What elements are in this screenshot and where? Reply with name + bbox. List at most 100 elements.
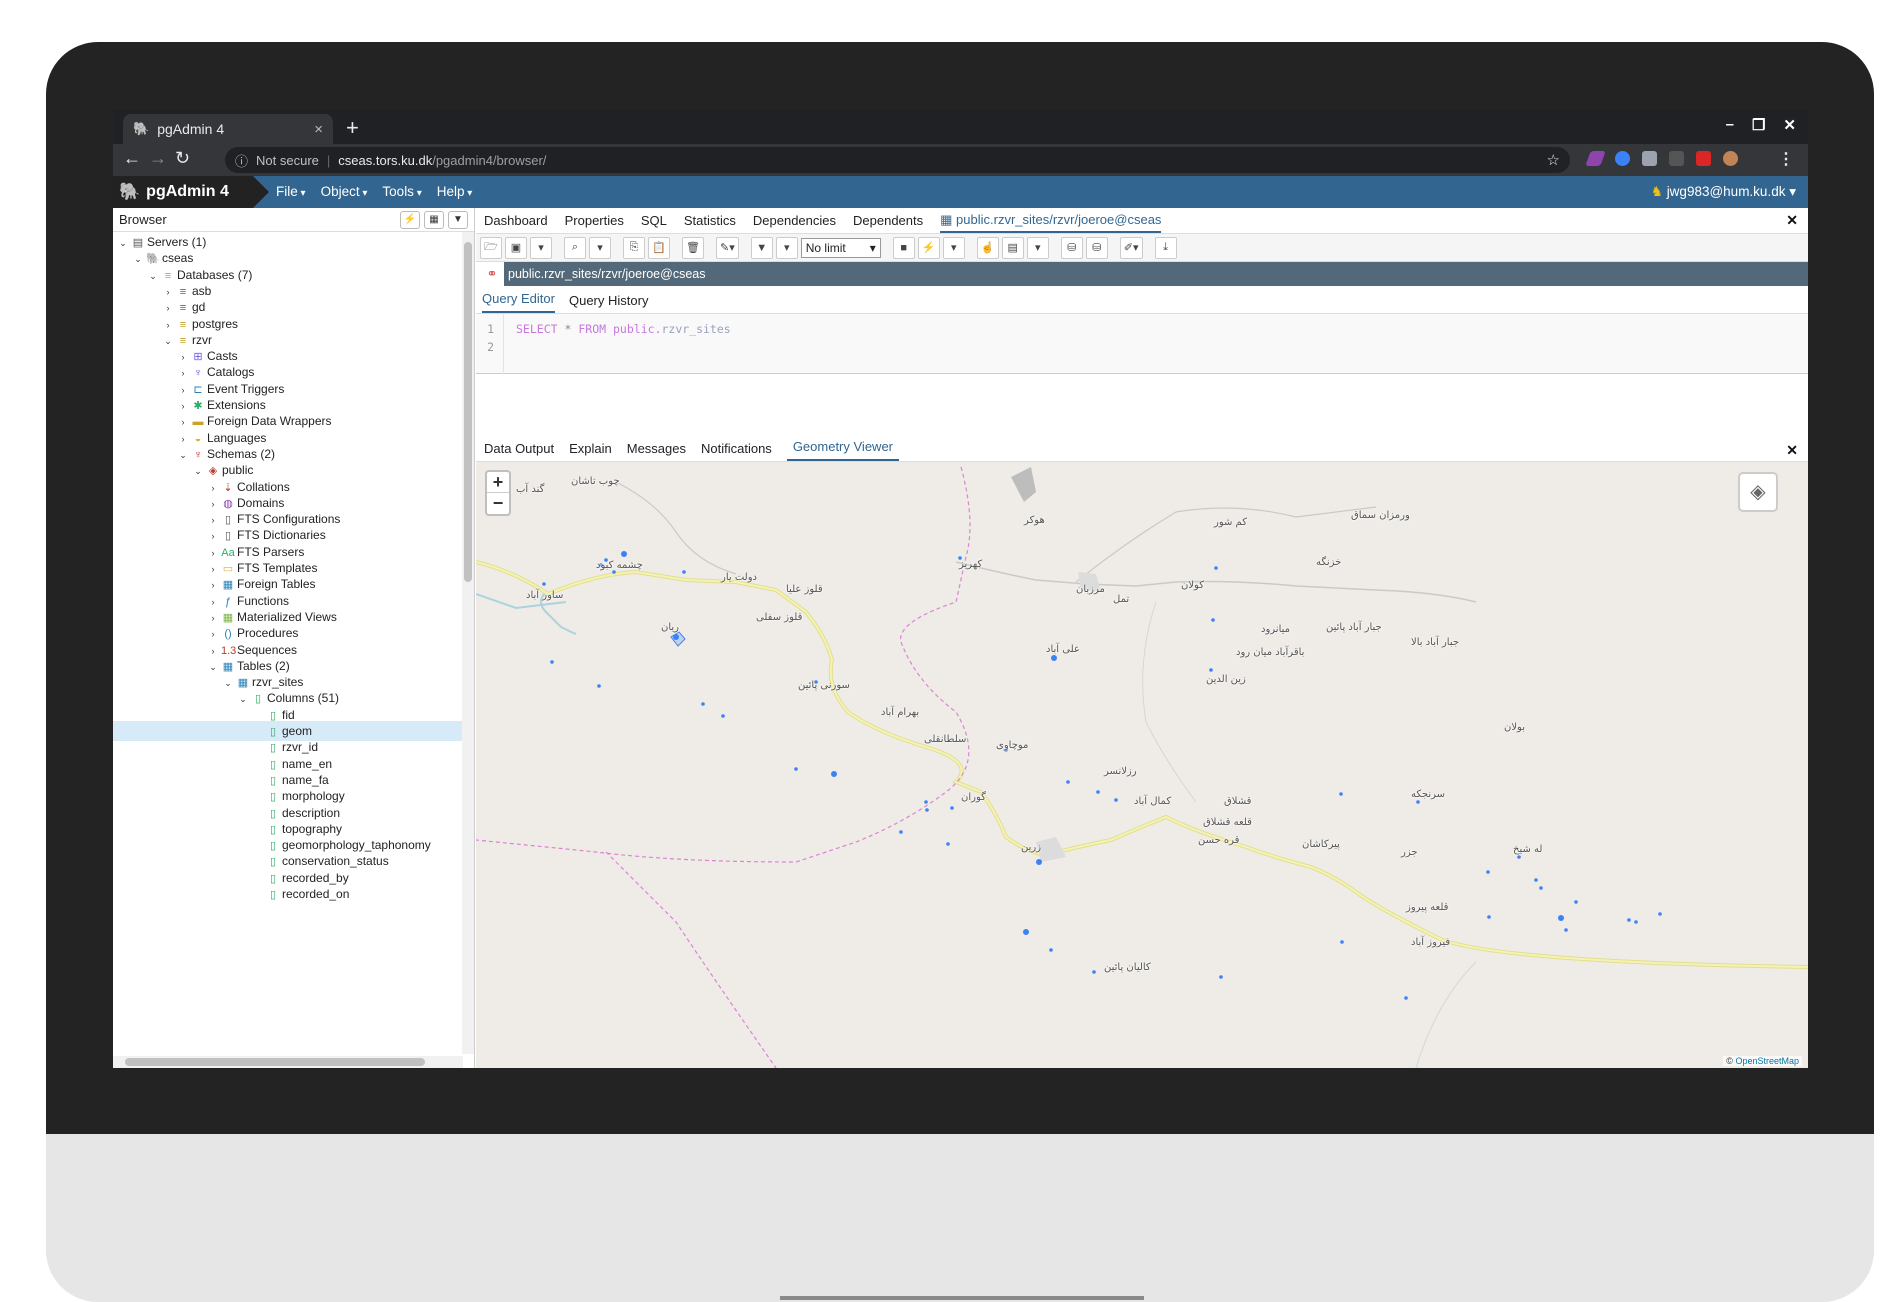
open-file-icon[interactable]: 🗁 — [480, 236, 502, 259]
site-point[interactable] — [1049, 948, 1053, 952]
browser-tab[interactable]: 🐘 pgAdmin 4 × — [123, 114, 333, 144]
site-point[interactable] — [1209, 668, 1213, 672]
site-point[interactable] — [542, 582, 546, 586]
site-point[interactable] — [1051, 655, 1057, 661]
tree-node[interactable]: ▯ recorded_on — [113, 884, 463, 904]
explain-analyze-icon[interactable]: ▤ — [1001, 236, 1024, 259]
shield-extension-icon[interactable] — [1615, 151, 1630, 166]
p-extension-icon[interactable] — [1669, 151, 1684, 166]
reload-icon[interactable]: ↻ — [175, 148, 190, 169]
profile-avatar-icon[interactable] — [1723, 151, 1738, 166]
site-point[interactable] — [1404, 996, 1408, 1000]
tree-horizontal-scrollbar[interactable] — [113, 1056, 463, 1068]
tab-query-history[interactable]: Query History — [569, 293, 648, 313]
site-point[interactable] — [1517, 855, 1521, 859]
close-window-icon[interactable]: ✕ — [1783, 116, 1796, 134]
site-point[interactable] — [946, 842, 950, 846]
sql-editor[interactable]: 1 2 SELECT * FROM public.rzvr_sites — [476, 314, 1808, 374]
zoom-in-button[interactable]: + — [487, 472, 509, 493]
view-data-icon[interactable]: ▦ — [424, 210, 444, 229]
row-limit-select[interactable]: No limit ▾ — [800, 237, 881, 258]
connection-label[interactable]: public.rzvr_sites/rzvr/joeroe@cseas — [504, 262, 1808, 286]
tab-query-tool[interactable]: ▦ public.rzvr_sites/rzvr/joeroe@cseas — [940, 212, 1162, 233]
close-output-panel-icon[interactable]: ✕ — [1786, 442, 1798, 464]
site-point[interactable] — [1627, 918, 1631, 922]
feather-extension-icon[interactable] — [1585, 151, 1606, 166]
site-point[interactable] — [1214, 566, 1218, 570]
find-dropdown-icon[interactable]: ▾ — [589, 236, 611, 259]
site-point[interactable] — [924, 800, 928, 804]
site-point[interactable] — [1487, 915, 1491, 919]
site-point[interactable] — [1092, 970, 1096, 974]
explain-dropdown-icon[interactable]: ▾ — [1026, 236, 1049, 259]
rollback-icon[interactable]: ⛁ — [1085, 236, 1108, 259]
minimize-icon[interactable]: – — [1726, 116, 1734, 134]
tab-explain[interactable]: Explain — [569, 441, 612, 461]
tab-dashboard[interactable]: Dashboard — [484, 213, 548, 228]
paste-icon[interactable]: 📋 — [648, 236, 670, 259]
close-tab-icon[interactable]: × — [314, 121, 323, 138]
close-panel-icon[interactable]: ✕ — [1786, 212, 1798, 229]
site-point[interactable] — [1634, 920, 1638, 924]
stop-icon[interactable]: ■ — [892, 236, 915, 259]
site-point[interactable] — [1211, 618, 1215, 622]
tab-dependents[interactable]: Dependents — [853, 213, 923, 228]
site-polygon[interactable] — [670, 631, 686, 647]
menu-file[interactable]: File — [276, 184, 306, 199]
site-point[interactable] — [794, 767, 798, 771]
site-point[interactable] — [682, 570, 686, 574]
find-icon[interactable]: ⌕ — [564, 236, 586, 259]
site-point[interactable] — [1558, 915, 1564, 921]
tab-properties[interactable]: Properties — [565, 213, 624, 228]
site-point[interactable] — [1036, 859, 1042, 865]
menu-help[interactable]: Help — [437, 184, 473, 199]
site-point[interactable] — [1340, 940, 1344, 944]
tree-vertical-scrollbar[interactable] — [462, 232, 474, 1054]
back-arrow-icon[interactable]: ← — [123, 148, 141, 169]
tab-messages[interactable]: Messages — [627, 441, 686, 461]
clear-icon[interactable]: ✐▾ — [1119, 236, 1143, 259]
site-point[interactable] — [597, 684, 601, 688]
edit-icon[interactable]: ✎▾ — [716, 236, 739, 259]
site-point[interactable] — [701, 702, 705, 706]
site-point[interactable] — [1658, 912, 1662, 916]
layers-icon[interactable]: ◈ — [1738, 472, 1778, 512]
tab-sql[interactable]: SQL — [641, 213, 667, 228]
info-icon[interactable]: ⓘ — [235, 151, 248, 170]
openstreetmap-link[interactable]: OpenStreetMap — [1735, 1056, 1799, 1066]
tab-geometry-viewer[interactable]: Geometry Viewer — [786, 439, 899, 461]
save-icon[interactable]: ▣ — [505, 236, 527, 259]
site-point[interactable] — [1023, 929, 1029, 935]
site-point[interactable] — [1416, 800, 1420, 804]
query-tool-icon[interactable]: ⚡ — [400, 210, 420, 229]
tab-dependencies[interactable]: Dependencies — [753, 213, 836, 228]
connection-status-icon[interactable]: ⚭ — [480, 266, 504, 282]
forward-arrow-icon[interactable]: → — [149, 148, 167, 169]
geometry-map[interactable]: گند آب چوب تاشان هوکر کم شور ورمزان سماق چشمه… — [476, 462, 1808, 1068]
filter-dropdown-icon[interactable]: ▾ — [775, 236, 798, 259]
execute-icon[interactable]: ⚡ — [917, 236, 940, 259]
tab-data-output[interactable]: Data Output — [484, 441, 554, 461]
site-point[interactable] — [550, 660, 554, 664]
red-extension-icon[interactable] — [1696, 151, 1711, 166]
zoom-out-button[interactable]: − — [487, 493, 509, 514]
site-point[interactable] — [1066, 780, 1070, 784]
restore-icon[interactable]: ❐ — [1752, 116, 1765, 134]
site-point[interactable] — [899, 830, 903, 834]
filter-icon[interactable]: ▼ — [448, 210, 468, 229]
site-point[interactable] — [1096, 790, 1100, 794]
tab-statistics[interactable]: Statistics — [684, 213, 736, 228]
site-point[interactable] — [1534, 878, 1538, 882]
chrome-menu-icon[interactable]: ⋮ — [1778, 149, 1794, 169]
tab-notifications[interactable]: Notifications — [701, 441, 772, 461]
filter-icon[interactable]: ▼ — [750, 236, 773, 259]
download-icon[interactable]: ⤓ — [1154, 236, 1177, 259]
site-point[interactable] — [1564, 928, 1568, 932]
execute-dropdown-icon[interactable]: ▾ — [942, 236, 965, 259]
site-point[interactable] — [721, 714, 725, 718]
scrollbar-thumb[interactable] — [464, 242, 472, 582]
bookmark-star-icon[interactable]: ☆ — [1547, 151, 1560, 169]
save-dropdown-icon[interactable]: ▾ — [530, 236, 552, 259]
commit-icon[interactable]: ⛁ — [1060, 236, 1083, 259]
site-point[interactable] — [831, 771, 837, 777]
